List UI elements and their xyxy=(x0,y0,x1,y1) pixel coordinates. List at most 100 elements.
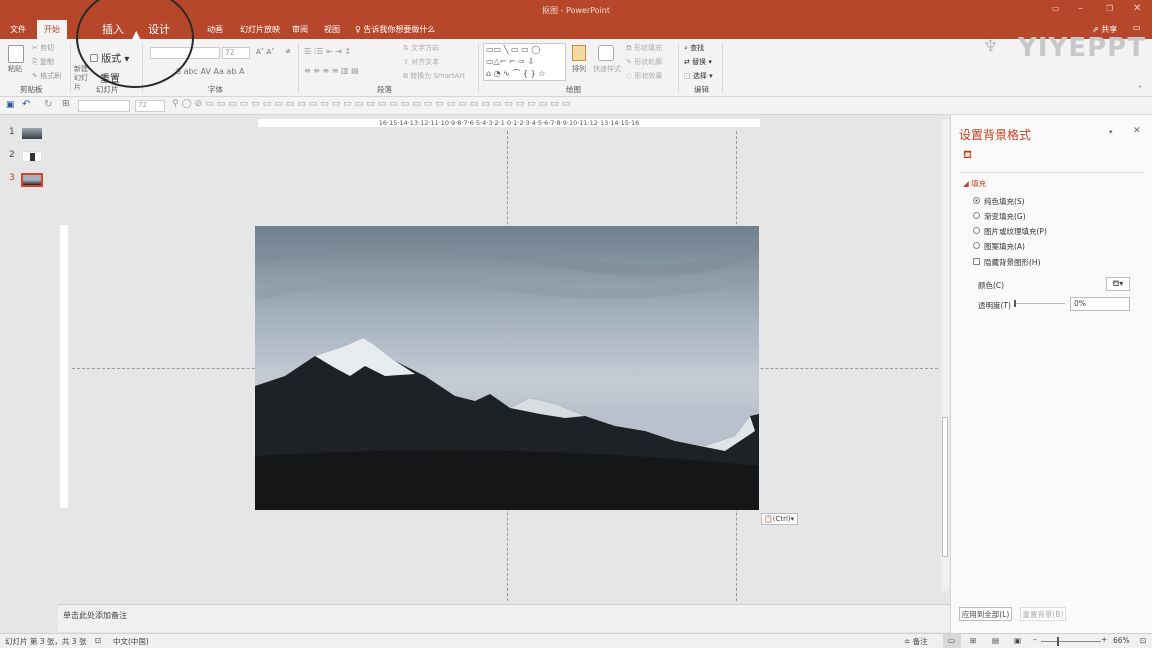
solid-fill-label: 纯色填充(S) xyxy=(984,197,1025,206)
arrange-button[interactable]: 排列 xyxy=(572,64,586,74)
font-format-buttons[interactable]: S abc AV Aa ab A xyxy=(176,67,244,76)
quick-styles-button[interactable]: 快速样式 xyxy=(593,64,621,74)
slide-editor: 16·15·14·13·12·11·10·9·8·7·6·5·4·3·2·1·0… xyxy=(58,115,949,603)
cut-button[interactable]: ✂ 剪切 xyxy=(32,43,54,53)
tell-me-search[interactable]: ♀ 告诉我你想要做什么 xyxy=(355,24,435,35)
replace-button[interactable]: ⇄ 替换 ▾ xyxy=(684,57,712,67)
hide-bg-checkbox[interactable] xyxy=(973,258,980,265)
tab-review[interactable]: 审阅 xyxy=(292,24,308,35)
transparency-slider-handle[interactable] xyxy=(1014,300,1016,307)
redo-icon[interactable]: ↻ xyxy=(44,99,52,110)
transparency-input[interactable]: 0% xyxy=(1070,297,1130,311)
group-font-label: 字体 xyxy=(208,85,223,94)
shape-effects-button[interactable]: ◌ 形状效果 xyxy=(626,71,662,81)
transparency-label: 透明度(T) xyxy=(978,301,1011,310)
fill-bucket-icon[interactable]: ⛾ xyxy=(963,148,972,163)
panel-options-icon[interactable]: ▾ xyxy=(1109,128,1113,136)
group-paragraph-label: 段落 xyxy=(377,85,392,94)
status-bar: 幻灯片 第 3 张，共 3 张 ⊡ 中文(中国) ≐ 备注 ▭ ⊞ ▤ ▣ – … xyxy=(0,633,1152,648)
tree-logo-icon: ♆ xyxy=(983,37,999,57)
slide-thumbnails: 1 2 3 xyxy=(0,115,58,633)
notes-placeholder[interactable]: 单击此处添加备注 xyxy=(63,610,127,621)
copy-button[interactable]: ⎘ 复制 xyxy=(32,57,54,67)
pattern-fill-label: 图案填充(A) xyxy=(984,242,1025,251)
color-label: 颜色(C) xyxy=(978,281,1005,290)
normal-view-icon[interactable]: ▭ xyxy=(948,636,955,645)
select-button[interactable]: ⬚ 选择 ▾ xyxy=(684,71,713,81)
format-painter-button[interactable]: ✎ 格式刷 xyxy=(32,71,61,81)
horizontal-ruler: 16·15·14·13·12·11·10·9·8·7·6·5·4·3·2·1·0… xyxy=(258,119,760,127)
zoom-out-icon[interactable]: – xyxy=(1033,635,1037,644)
quick-styles-icon[interactable] xyxy=(598,45,614,61)
arrange-icon[interactable] xyxy=(572,45,586,61)
qat-font-name-input[interactable] xyxy=(78,100,130,112)
zoom-slider-handle[interactable] xyxy=(1057,637,1059,646)
tab-animations[interactable]: 动画 xyxy=(207,24,223,35)
notes-pane[interactable]: 单击此处添加备注 xyxy=(58,604,950,632)
slide-thumbnail-3[interactable] xyxy=(21,173,43,187)
scrollbar-thumb[interactable] xyxy=(942,417,948,557)
comments-icon[interactable]: ▭ xyxy=(1133,23,1141,32)
minimize-icon[interactable]: – xyxy=(1078,3,1083,14)
slideshow-icon[interactable]: ▣ xyxy=(1014,636,1021,645)
shapes-gallery[interactable]: ▭▭ ╲ ▭ ▭ ◯ ▭△⌐ ⌐ ⇨ ⇩ ⌂ ◔ ∿ ⌒ { } ☆ xyxy=(483,43,566,81)
group-editing-label: 编辑 xyxy=(694,85,709,94)
paste-options-button[interactable]: 📋(Ctrl)▾ xyxy=(761,513,798,525)
picture-fill-label: 图片或纹理填充(P) xyxy=(984,227,1047,236)
qat-buttons[interactable]: ⚲◯⊘▭▭▭▭▭▭▭▭▭▭▭▭▭▭▭▭▭▭▭▭▭▭▭▭▭▭▭▭▭▭▭▭ xyxy=(172,99,573,109)
zoom-slider[interactable] xyxy=(1041,641,1101,642)
tab-home[interactable]: 开始 xyxy=(44,24,60,35)
align-text-button[interactable]: ⇳ 对齐文本 xyxy=(403,57,439,67)
fit-to-window-icon[interactable]: ⊡ xyxy=(1140,636,1146,645)
slide-photo-mountain[interactable] xyxy=(255,226,759,510)
language-indicator[interactable]: 中文(中国) xyxy=(113,636,149,647)
close-icon[interactable]: ✕ xyxy=(1133,3,1141,14)
tab-slideshow[interactable]: 幻灯片放映 xyxy=(240,24,280,35)
thumb-number-1: 1 xyxy=(9,127,15,137)
notes-toggle[interactable]: ≐ 备注 xyxy=(904,636,928,647)
mouse-cursor-icon: ▲ xyxy=(132,28,141,41)
zoom-in-icon[interactable]: + xyxy=(1101,635,1107,644)
shape-outline-button[interactable]: ✎ 形状轮廓 xyxy=(626,57,662,67)
gradient-fill-radio[interactable] xyxy=(973,212,980,219)
reading-view-icon[interactable]: ▤ xyxy=(992,636,999,645)
watermark-text: YIYEPPT xyxy=(1018,33,1146,63)
font-size-input[interactable]: 72 xyxy=(222,47,250,59)
apply-all-button[interactable]: 应用到全部(L) xyxy=(959,607,1012,621)
list-buttons[interactable]: ☰ ⁝☰ ⇤ ⇥ ↕ xyxy=(304,47,351,56)
save-icon[interactable]: ▣ xyxy=(6,100,15,110)
slide-thumbnail-1[interactable] xyxy=(22,128,42,139)
tab-view[interactable]: 视图 xyxy=(324,24,340,35)
spellcheck-icon[interactable]: ⊡ xyxy=(95,636,101,645)
slide-counter: 幻灯片 第 3 张，共 3 张 xyxy=(5,637,87,646)
clipboard-icon: 📋 xyxy=(764,515,773,523)
paste-button[interactable]: 粘贴 xyxy=(8,64,22,74)
fill-section-header[interactable]: ◢ 填充 xyxy=(963,178,986,189)
reset-background-button[interactable]: 重置背景(B) xyxy=(1020,607,1066,621)
presentation-icon[interactable]: ⊞ xyxy=(62,99,70,109)
paste-icon[interactable] xyxy=(8,45,24,63)
shape-fill-button[interactable]: ⛾ 形状填充 xyxy=(626,43,662,53)
qat-font-size-input[interactable]: 72 xyxy=(135,100,165,112)
clear-format-icon[interactable]: ⌀ xyxy=(286,47,290,55)
undo-icon[interactable]: ↶ xyxy=(22,99,30,110)
picture-fill-radio[interactable] xyxy=(973,227,980,234)
find-button[interactable]: ⌕ 查找 xyxy=(684,43,704,53)
ribbon-display-icon[interactable]: ▭ xyxy=(1052,4,1060,13)
grow-font-icon[interactable]: A˄ A˅ xyxy=(256,48,275,56)
align-buttons[interactable]: ≡ ≡ ≡ ≡ ▥ ▤ xyxy=(304,66,359,75)
tab-file[interactable]: 文件 xyxy=(10,24,26,35)
pattern-fill-radio[interactable] xyxy=(973,242,980,249)
text-direction-button[interactable]: ⇅ 文字方向 xyxy=(403,43,439,53)
panel-close-icon[interactable]: ✕ xyxy=(1133,126,1141,136)
color-picker-button[interactable]: ⛾▾ xyxy=(1106,277,1130,291)
zoom-level[interactable]: 66% xyxy=(1113,636,1130,645)
slide-thumbnail-2[interactable] xyxy=(22,151,42,162)
panel-title: 设置背景格式 xyxy=(959,128,1032,142)
slide-sorter-icon[interactable]: ⊞ xyxy=(970,636,976,645)
solid-fill-radio[interactable] xyxy=(973,197,980,204)
transparency-slider[interactable] xyxy=(1015,303,1065,304)
collapse-ribbon-icon[interactable]: ˄ xyxy=(1138,85,1142,94)
restore-icon[interactable]: ❐ xyxy=(1106,4,1113,13)
smartart-button[interactable]: ⧉ 转换为 SmartArt xyxy=(403,71,465,81)
